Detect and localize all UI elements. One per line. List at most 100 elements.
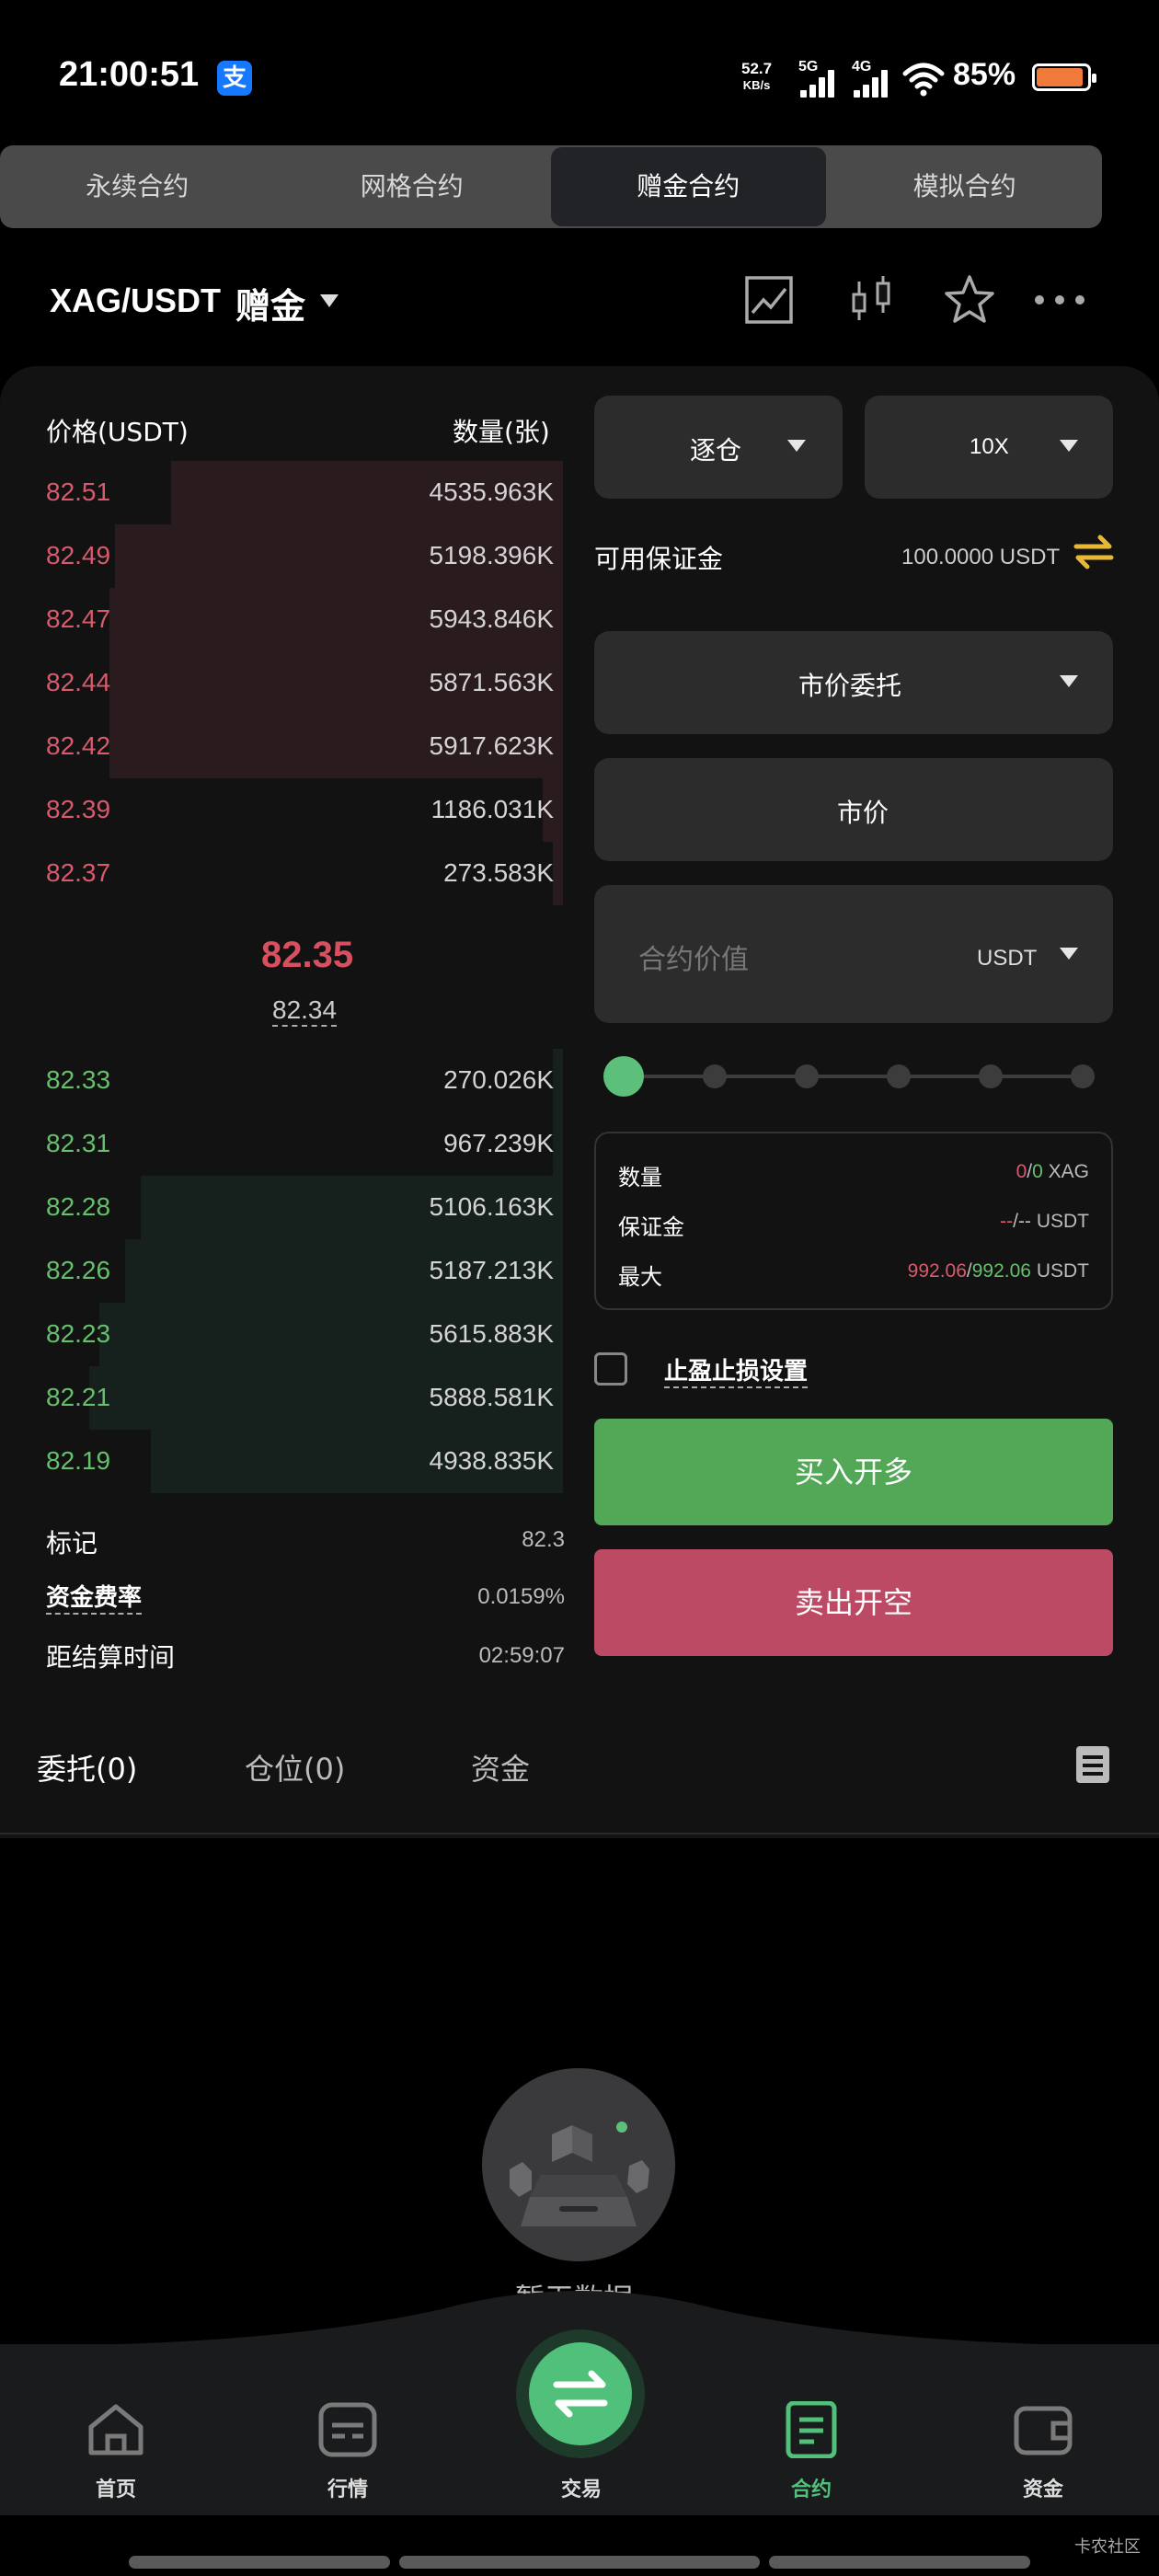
order-type-value: 市价委托 [798, 671, 902, 701]
home-icon [88, 2404, 143, 2455]
tab-funds[interactable]: 资金 [471, 1746, 530, 1788]
system-gesture-bar[interactable] [769, 2556, 1030, 2569]
leverage-value: 10X [970, 434, 1009, 459]
buy-long-button[interactable]: 买入开多 [594, 1419, 1113, 1525]
empty-state-illustration [482, 2068, 675, 2261]
slider-step-100a[interactable] [979, 1064, 1003, 1088]
ask-row[interactable]: 82.44 5871.563K [0, 651, 567, 715]
tab-orders[interactable]: 委托(0) [37, 1746, 137, 1788]
network-speed-value: 52.7 [741, 60, 773, 77]
nav-home-label: 首页 [95, 2478, 136, 2501]
more-options-icon[interactable] [1032, 272, 1087, 328]
margin-value: --/-- USDT [1000, 1211, 1089, 1233]
nav-home[interactable]: 首页 [70, 2401, 162, 2502]
settlement-label: 距结算时间 [46, 1642, 176, 1673]
ask-quantity: 5871.563K [429, 668, 554, 696]
sell-short-button[interactable]: 卖出开空 [594, 1549, 1113, 1656]
transfer-icon[interactable] [1073, 532, 1115, 570]
ask-row[interactable]: 82.39 1186.031K [0, 778, 567, 842]
bid-price: 82.23 [46, 1319, 111, 1348]
tab-perpetual[interactable]: 永续合约 [0, 145, 275, 228]
leverage-select[interactable]: 10X [865, 396, 1113, 499]
ask-row[interactable]: 82.42 5917.623K [0, 715, 567, 778]
pair-dropdown-caret-icon[interactable] [320, 294, 339, 307]
bid-row[interactable]: 82.21 5888.581K [0, 1366, 567, 1430]
caret-down-icon[interactable] [1060, 948, 1078, 960]
contract-value-input[interactable]: 合约价值 USDT [594, 885, 1113, 1023]
slider-step-50[interactable] [795, 1064, 819, 1088]
wifi-icon [902, 63, 945, 97]
order-type-select[interactable]: 市价委托 [594, 631, 1113, 734]
system-gesture-bar[interactable] [129, 2556, 390, 2569]
nav-trade[interactable] [529, 2342, 632, 2445]
bid-row[interactable]: 82.28 5106.163K [0, 1176, 567, 1239]
slider-step-25[interactable] [703, 1064, 727, 1088]
max-long: 992.06 [907, 1260, 967, 1282]
bid-price: 82.28 [46, 1192, 111, 1221]
tab-grid[interactable]: 网格合约 [275, 145, 550, 228]
ask-quantity: 5917.623K [429, 731, 554, 760]
margin-mode-value: 逐仓 [690, 435, 742, 466]
price-field-value: 市价 [837, 798, 889, 828]
network-speed: 52.7 KB/s [741, 61, 772, 94]
ask-price: 82.42 [46, 731, 111, 760]
amount-slider-track[interactable] [624, 1075, 1085, 1078]
qty-max: 0 [1032, 1161, 1043, 1182]
mark-price[interactable]: 82.34 [272, 995, 338, 1027]
ask-price: 82.51 [46, 477, 111, 506]
pair-subtitle[interactable]: 赠金 [235, 278, 305, 328]
max-label: 最大 [618, 1264, 662, 1290]
contract-type-tabs: 永续合约 网格合约 赠金合约 模拟合约 [0, 145, 1102, 228]
tab-bonus[interactable]: 赠金合约 [551, 147, 826, 226]
bid-row[interactable]: 82.26 5187.213K [0, 1239, 567, 1303]
pair-symbol[interactable]: XAG/USDT [50, 282, 221, 320]
bid-depth-bar [553, 1112, 563, 1176]
price-field[interactable]: 市价 [594, 758, 1113, 861]
tab-positions[interactable]: 仓位(0) [245, 1746, 345, 1788]
nav-assets[interactable]: 资金 [997, 2401, 1089, 2502]
ask-quantity: 5943.846K [429, 604, 554, 633]
funding-rate-label[interactable]: 资金费率 [46, 1579, 143, 1615]
bid-row[interactable]: 82.23 5615.883K [0, 1303, 567, 1366]
line-chart-icon[interactable] [741, 272, 797, 328]
tpsl-label[interactable]: 止盈止损设置 [664, 1352, 809, 1388]
bid-price: 82.31 [46, 1129, 111, 1157]
nav-assets-label: 资金 [1022, 2478, 1063, 2501]
ask-row[interactable]: 82.47 5943.846K [0, 588, 567, 651]
nav-contract[interactable]: 合约 [765, 2400, 857, 2502]
qty-value: 0/0 XAG [1016, 1161, 1089, 1183]
network-speed-unit: KB/s [742, 78, 771, 92]
slider-step-75[interactable] [887, 1064, 911, 1088]
bid-row[interactable]: 82.31 967.239K [0, 1112, 567, 1176]
margin-mode-select[interactable]: 逐仓 [594, 396, 843, 499]
ask-price: 82.49 [46, 541, 111, 569]
slider-handle[interactable] [603, 1056, 644, 1097]
ask-row[interactable]: 82.37 273.583K [0, 842, 567, 905]
status-time: 21:00:51 [59, 55, 200, 94]
tab-simulated[interactable]: 模拟合约 [828, 145, 1103, 228]
bid-quantity: 967.239K [443, 1129, 554, 1157]
contract-value-unit[interactable]: USDT [977, 946, 1037, 972]
margin-label: 保证金 [618, 1214, 684, 1240]
bid-price: 82.19 [46, 1446, 111, 1475]
market-icon [318, 2402, 377, 2457]
tpsl-checkbox[interactable] [594, 1352, 627, 1386]
candlestick-icon[interactable] [844, 272, 900, 328]
ask-quantity: 4535.963K [429, 477, 554, 506]
order-history-icon[interactable] [1074, 1744, 1111, 1785]
nav-market-label: 行情 [327, 2478, 368, 2501]
ask-row[interactable]: 82.51 4535.963K [0, 461, 567, 524]
system-gesture-bar[interactable] [399, 2556, 760, 2569]
nav-contract-label: 合约 [790, 2478, 832, 2501]
bid-row[interactable]: 82.33 270.026K [0, 1049, 567, 1112]
ask-row[interactable]: 82.49 5198.396K [0, 524, 567, 588]
bid-price: 82.33 [46, 1065, 111, 1094]
star-favorite-icon[interactable] [942, 272, 997, 328]
bid-price: 82.26 [46, 1256, 111, 1284]
qty-unit: XAG [1048, 1161, 1089, 1182]
bid-row[interactable]: 82.19 4938.835K [0, 1430, 567, 1493]
bid-price: 82.21 [46, 1383, 111, 1411]
nav-market[interactable]: 行情 [302, 2401, 394, 2502]
qty-current: 0 [1016, 1161, 1027, 1182]
slider-step-100[interactable] [1071, 1064, 1095, 1088]
